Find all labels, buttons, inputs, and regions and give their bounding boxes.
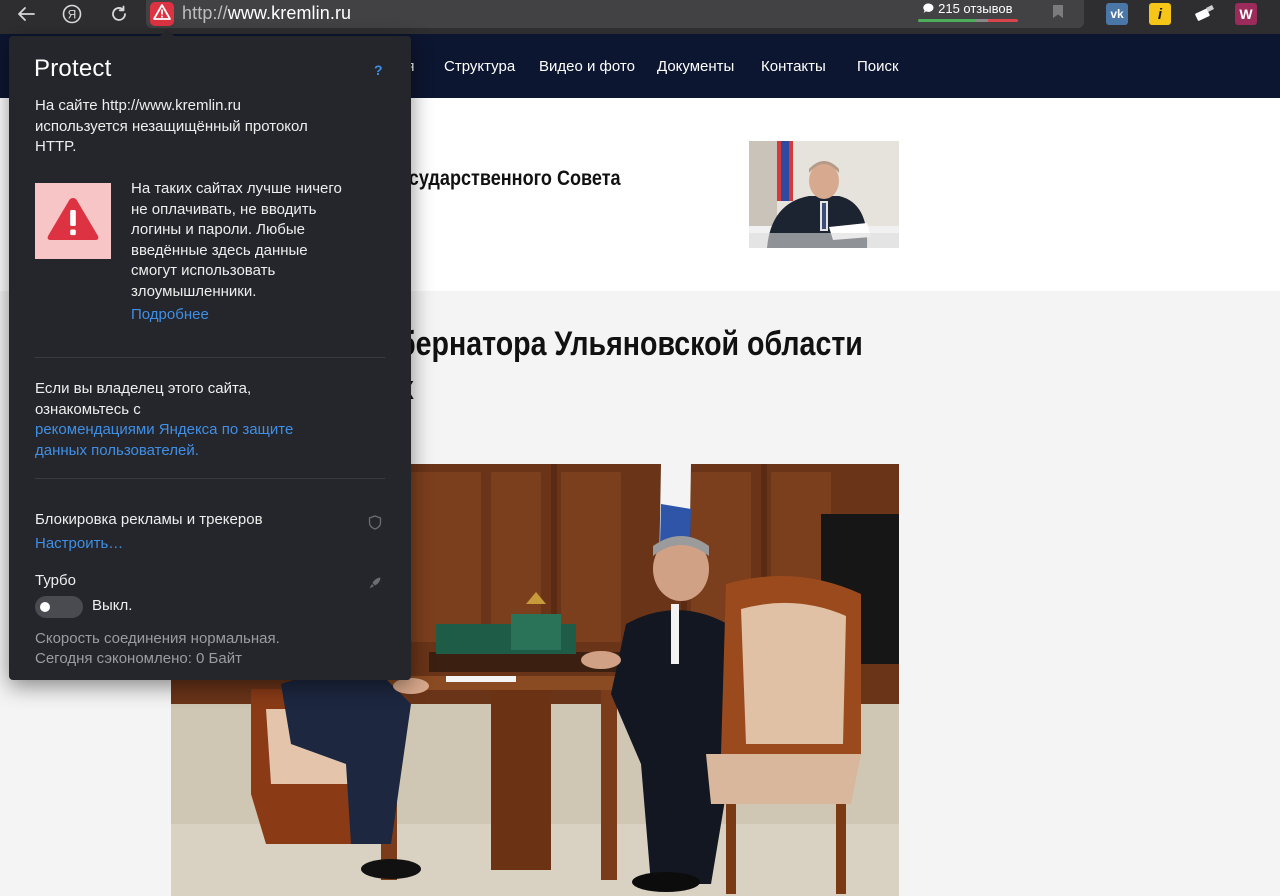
news-item-title[interactable]: осударственного Совета — [398, 167, 621, 191]
extension-vk-label: vk — [1110, 7, 1124, 21]
nav-item-search[interactable]: Поиск — [857, 58, 899, 75]
reviews-count: 215 отзывов — [938, 1, 1013, 16]
bookmark-icon — [1052, 4, 1064, 24]
yandex-recommendations-link[interactable]: рекомендациями Яндекса по защите данных … — [35, 420, 395, 461]
comment-icon — [923, 3, 934, 13]
bookmark-button[interactable] — [1046, 2, 1070, 26]
danger-line: На таких сайтах лучше ничего — [131, 180, 342, 197]
protect-logo: Protect — [34, 55, 112, 82]
danger-line: не оплачивать, не вводить — [131, 200, 317, 218]
traffic-saved-status: Сегодня сэкономлено: 0 Байт — [35, 650, 242, 667]
divider — [35, 478, 385, 479]
extension-i-label: i — [1157, 5, 1163, 23]
extension-vk-button[interactable]: vk — [1106, 3, 1128, 25]
intro-line: HTTP. — [35, 138, 77, 155]
divider — [35, 357, 385, 358]
nav-item-contacts[interactable]: Контакты — [761, 58, 826, 75]
owner-line: ознакомьтесь с — [35, 400, 141, 418]
eraser-icon — [1194, 4, 1216, 25]
news-headline[interactable]: бернатора Ульяновской области х — [398, 322, 863, 410]
news-item-thumbnail[interactable] — [749, 141, 899, 248]
protect-popup: Protect ? На сайте http://www.kremlin.ru… — [9, 29, 411, 680]
security-warning-button[interactable] — [150, 2, 174, 26]
warning-triangle-icon — [46, 196, 100, 247]
news-headline-line2: х — [398, 366, 863, 410]
reload-icon — [110, 5, 128, 23]
owner-line: Если вы владелец этого сайта, — [35, 380, 252, 397]
browser-toolbar: Я http://www.kremlin.ru 215 отзывов vk i… — [0, 0, 1280, 34]
extension-w-button[interactable]: W — [1235, 3, 1257, 25]
site-reviews-button[interactable]: 215 отзывов — [918, 0, 1018, 22]
owner-link-line: рекомендациями Яндекса по защите — [35, 421, 294, 438]
reload-button[interactable] — [104, 0, 134, 28]
help-button[interactable]: ? — [374, 62, 383, 78]
address-bar[interactable]: http://www.kremlin.ru 215 отзывов — [146, 0, 1084, 28]
more-info-link[interactable]: Подробнее — [131, 305, 209, 326]
popup-pointer — [160, 29, 174, 36]
intro-line: используется незащищённый протокол — [35, 117, 308, 135]
extension-w-label: W — [1239, 6, 1253, 22]
turbo-state: Выкл. — [92, 597, 133, 614]
adblock-settings-link[interactable]: Настроить… — [35, 534, 123, 555]
turbo-label: Турбо — [35, 572, 76, 589]
extension-i-button[interactable]: i — [1149, 3, 1171, 25]
extension-edit-button[interactable] — [1194, 3, 1216, 25]
turbo-toggle-knob — [40, 602, 50, 612]
danger-icon-box — [35, 183, 111, 259]
url-text[interactable]: http://www.kremlin.ru — [182, 3, 351, 24]
danger-line: смогут использовать — [131, 262, 276, 279]
protocol-warning-text: На сайте http://www.kremlin.ru используе… — [35, 96, 395, 158]
owner-link-line: данных пользователей. — [35, 441, 199, 459]
yandex-logo-icon: Я — [62, 4, 82, 24]
news-thumbnail-image — [749, 141, 899, 248]
back-button[interactable] — [11, 0, 41, 28]
url-scheme: http:// — [182, 3, 228, 23]
warning-triangle-icon — [153, 3, 171, 25]
intro-line: На сайте http://www.kremlin.ru — [35, 97, 241, 114]
shield-icon — [367, 514, 383, 530]
svg-text:Я: Я — [68, 8, 77, 22]
yandex-home-button[interactable]: Я — [57, 0, 87, 28]
reviews-label: 215 отзывов — [918, 1, 1018, 16]
danger-line: введённые здесь данные — [131, 241, 308, 259]
url-host: www.kremlin.ru — [227, 3, 352, 23]
rocket-icon — [367, 575, 383, 591]
turbo-toggle[interactable] — [35, 596, 83, 618]
back-arrow-icon — [17, 6, 35, 22]
connection-speed-status: Скорость соединения нормальная. — [35, 630, 280, 647]
danger-line: злоумышленники. — [131, 282, 257, 300]
danger-explanation: На таких сайтах лучше ничего не оплачива… — [131, 179, 381, 302]
nav-item-documents[interactable]: Документы — [657, 58, 734, 75]
adblock-label: Блокировка рекламы и трекеров — [35, 511, 263, 528]
reviews-rating-bar — [918, 19, 1018, 22]
owner-notice: Если вы владелец этого сайта, ознакомьте… — [35, 379, 395, 420]
nav-item-structure[interactable]: Структура — [444, 58, 515, 75]
danger-line: логины и пароли. Любые — [131, 221, 305, 238]
news-headline-line1: бернатора Ульяновской области — [398, 325, 863, 363]
nav-item-video-photo[interactable]: Видео и фото — [539, 58, 635, 75]
